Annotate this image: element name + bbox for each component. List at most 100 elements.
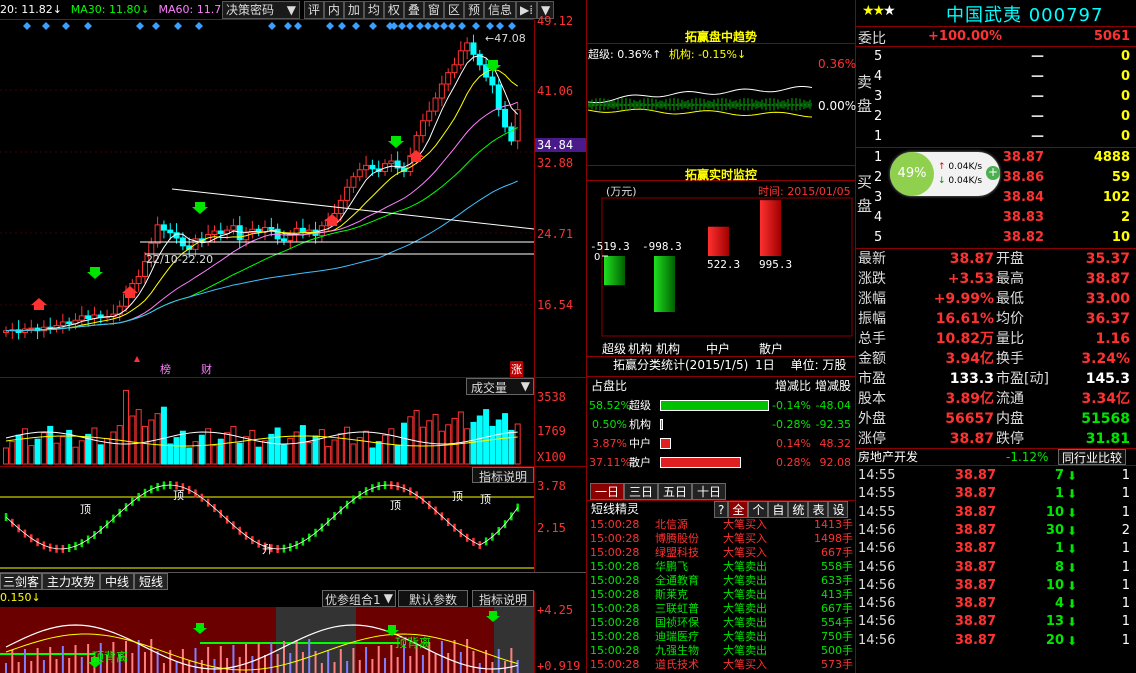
order-level-row[interactable]: 4 38.83 2: [874, 208, 1132, 228]
toolbar-btn-jun[interactable]: 均: [363, 1, 384, 19]
volume-bar: [470, 421, 477, 465]
toolbar-btn-die[interactable]: 叠: [403, 1, 424, 19]
speed-widget[interactable]: 49% ↑ 0.04K/s ↓ 0.04K/s +: [890, 152, 1000, 196]
elf-tab-stats[interactable]: 统: [788, 501, 809, 518]
tab-1day[interactable]: 一日: [590, 483, 625, 500]
elf-stock[interactable]: 华鹏飞: [655, 560, 688, 574]
toolbar-btn-info[interactable]: 信息: [483, 1, 516, 19]
event-marker-bang[interactable]: 榜: [160, 361, 171, 377]
elf-stock[interactable]: 北信源: [655, 518, 688, 532]
tab-sanjianke[interactable]: 三剑客: [0, 573, 43, 590]
volume-bar: [3, 447, 9, 465]
volume-bar: [66, 429, 73, 465]
elf-row[interactable]: 15:00:28 博腾股份 大笔买入 1498手: [587, 532, 855, 546]
toolbar-btn-chuang[interactable]: 窗: [423, 1, 444, 19]
elf-row[interactable]: 15:00:28 道氏技术 大笔买入 573手: [587, 658, 855, 672]
elf-row[interactable]: 15:00:28 华鹏飞 大笔卖出 558手: [587, 560, 855, 574]
event-marker-cai[interactable]: 财: [201, 361, 212, 377]
elf-type: 大笔卖出: [723, 574, 767, 587]
param-combo-select[interactable]: 优参组合1 ▼: [322, 590, 396, 607]
order-level-row[interactable]: 3 — 0: [874, 87, 1132, 107]
elf-stock[interactable]: 迪瑞医疗: [655, 630, 699, 644]
volume-bar: [489, 425, 496, 465]
elf-row[interactable]: 15:00:28 九强生物 大笔卖出 500手: [587, 644, 855, 658]
order-level-row[interactable]: 5 — 0: [874, 47, 1132, 67]
ratio-bar: [660, 419, 663, 430]
industry-name: 房地产开发: [858, 450, 919, 464]
elf-row[interactable]: 15:00:28 三联虹普 大笔卖出 667手: [587, 602, 855, 616]
elf-stock[interactable]: 全通教育: [655, 574, 699, 588]
tab-duanxian[interactable]: 短线: [134, 573, 169, 590]
tick-row: 14:55 38.87 7 ⬇ 1: [856, 467, 1136, 485]
toolbar-btn-jia[interactable]: 加: [343, 1, 364, 19]
elf-tab-self[interactable]: 自: [768, 501, 789, 518]
order-level-row[interactable]: 2 — 0: [874, 107, 1132, 127]
volume-bar: [186, 447, 193, 465]
elf-row[interactable]: 15:00:28 绿盟科技 大笔买入 667手: [587, 546, 855, 560]
candle: [28, 327, 35, 330]
elf-type: 大笔买入: [723, 658, 767, 671]
volume-bar: [375, 441, 382, 465]
tab-5day[interactable]: 五日: [658, 483, 693, 500]
industry-compare-button[interactable]: 同行业比较: [1058, 449, 1127, 465]
stat-value: 3.24%: [1081, 351, 1130, 367]
elf-row[interactable]: 15:00:28 全通教育 大笔卖出 633手: [587, 574, 855, 588]
elf-tab-table[interactable]: 表: [808, 501, 829, 518]
elf-stock[interactable]: 绿盟科技: [655, 546, 699, 560]
elf-stock[interactable]: 九强生物: [655, 644, 699, 658]
volume-bar: [350, 443, 357, 465]
stat-value: 56657: [945, 411, 994, 427]
elf-stock[interactable]: 国祯环保: [655, 616, 699, 630]
default-params-button[interactable]: 默认参数: [398, 590, 468, 607]
volume-bar: [495, 419, 502, 465]
event-diamond-icon: [424, 22, 432, 30]
plus-icon[interactable]: +: [986, 166, 1000, 180]
price-tick: 32.88: [537, 156, 574, 170]
elf-row[interactable]: 15:00:28 迪瑞医疗 大笔卖出 750手: [587, 630, 855, 644]
elf-tab-help[interactable]: ?: [714, 501, 729, 518]
event-diamond-icon: [496, 22, 504, 30]
order-level-row[interactable]: 1 — 0: [874, 127, 1132, 147]
elf-stock[interactable]: 斯莱克: [655, 588, 688, 602]
event-diamond-icon: [23, 22, 31, 30]
level-volume: 0: [1120, 49, 1130, 64]
elf-tab-settings[interactable]: 设: [828, 501, 849, 518]
elf-row[interactable]: 15:00:28 国祯环保 大笔卖出 554手: [587, 616, 855, 630]
toolbar-btn-quan[interactable]: 权: [383, 1, 404, 19]
indicator2-help-button[interactable]: 指标说明: [472, 590, 534, 607]
elf-type: 大笔买入: [723, 532, 767, 545]
tab-3day[interactable]: 三日: [624, 483, 659, 500]
event-marker-zhang[interactable]: 涨: [510, 361, 523, 377]
order-ratio-label: 委比: [858, 31, 886, 47]
order-level-row[interactable]: 5 38.82 10: [874, 228, 1132, 248]
classify-period[interactable]: 1日: [755, 358, 775, 372]
tick-count: 1: [1121, 614, 1130, 630]
elf-row[interactable]: 15:00:28 北信源 大笔买入 1413手: [587, 518, 855, 532]
candle: [495, 84, 502, 110]
order-level-row[interactable]: 4 — 0: [874, 67, 1132, 87]
elf-tab-single[interactable]: 个: [748, 501, 769, 518]
elf-stock[interactable]: 博腾股份: [655, 532, 699, 546]
toolbar-btn-nei[interactable]: 内: [323, 1, 344, 19]
tab-zhuli[interactable]: 主力攻势: [42, 573, 101, 590]
toolbar-btn-ping[interactable]: 评: [303, 1, 324, 19]
export-icon[interactable]: ▶⁞: [515, 1, 538, 19]
elf-row[interactable]: 15:00:28 斯莱克 大笔卖出 413手: [587, 588, 855, 602]
volume-bar: [464, 428, 471, 465]
stat-label: 市盈: [858, 371, 886, 387]
col-header: 占盘比: [591, 379, 628, 393]
stat-value: 16.61%: [935, 311, 994, 327]
toolbar-btn-yu[interactable]: 预: [463, 1, 484, 19]
toolbar-btn-qu[interactable]: 区: [443, 1, 464, 19]
tab-zhongxian[interactable]: 中线: [100, 573, 135, 590]
volume-bar: [293, 431, 300, 465]
elf-tab-all[interactable]: 全: [728, 501, 749, 518]
elf-stock[interactable]: 道氏技术: [655, 658, 699, 672]
volume-bar: [451, 417, 458, 465]
price-tick: 49.12: [537, 14, 574, 28]
tab-10day[interactable]: 十日: [692, 483, 727, 500]
tick-volume: 10: [1045, 504, 1064, 520]
strategy-dropdown[interactable]: 决策密码 ▼: [222, 1, 300, 19]
elf-stock[interactable]: 三联虹普: [655, 602, 699, 616]
candle: [66, 321, 73, 325]
